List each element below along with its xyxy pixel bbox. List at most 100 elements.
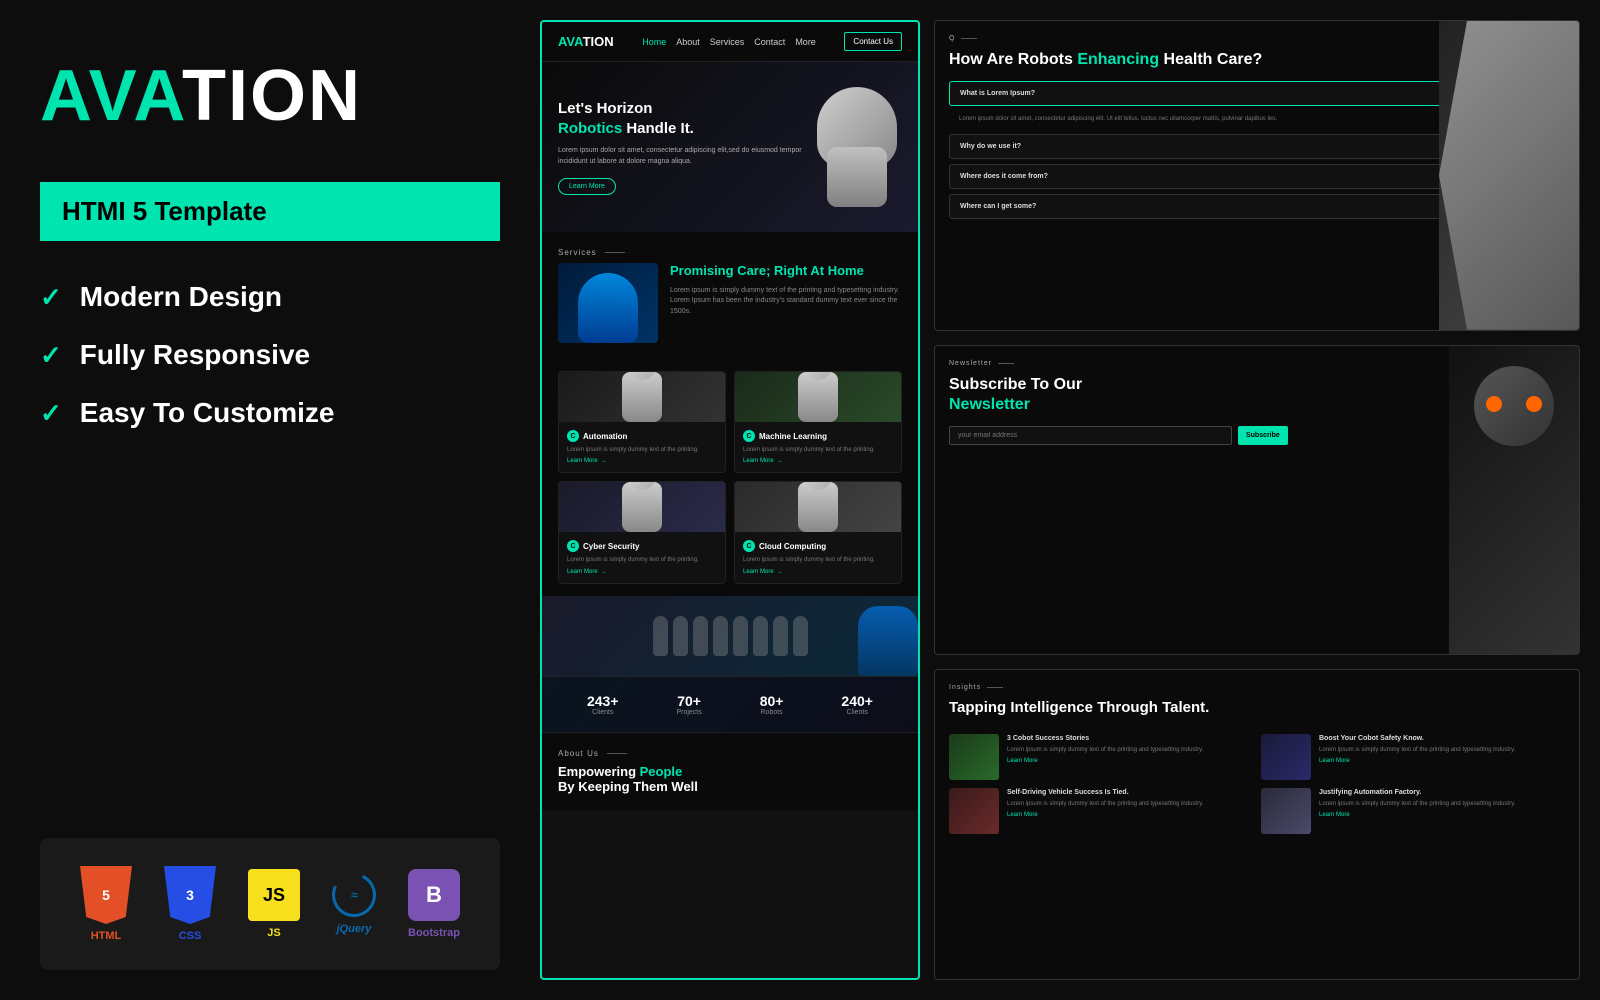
email-input[interactable] [949, 426, 1232, 445]
hero-title-line1: Let's Horizon [558, 100, 652, 117]
service-card-ml: Machine Learning Lorem ipsum is simply d… [734, 371, 902, 473]
insight-title-4: Justifying Automation Factory. [1319, 788, 1515, 797]
stat-clients2-number: 240+ [841, 693, 873, 709]
service-card-automation: Automation Lorem ipsum is simply dummy t… [558, 371, 726, 473]
insight-link-1[interactable]: Learn More [1007, 758, 1203, 764]
about-section-label: About Us [558, 749, 902, 758]
hero-robot-image [802, 82, 902, 212]
template-badge: HTMI 5 Template [40, 182, 500, 241]
jquery-label: jQuery [337, 923, 372, 935]
insight-link-4[interactable]: Learn More [1319, 812, 1515, 818]
person-1 [653, 616, 668, 656]
insight-image-4 [1261, 788, 1311, 834]
html5-icon: 5 [80, 866, 132, 924]
cloud-title: Cloud Computing [743, 540, 893, 552]
hero-learn-more-button[interactable]: Learn More [558, 178, 616, 195]
logo-green: AVA [40, 56, 182, 136]
hero-title-green: Robotics [558, 120, 622, 137]
person-2 [673, 616, 688, 656]
email-input-row: Subscribe [949, 426, 1288, 445]
cloud-card-body: Cloud Computing Lorem ipsum is simply du… [735, 532, 901, 582]
stat-clients2-label: Clients [841, 709, 873, 716]
robot-hand-shape [1439, 21, 1579, 330]
insight-image-3 [949, 788, 999, 834]
nav-link-contact[interactable]: Contact [754, 37, 785, 47]
person-4 [713, 616, 728, 656]
stats-section: 243+ Clients 70+ Projects 80+ Robots 240… [542, 676, 918, 733]
nav-link-services[interactable]: Services [710, 37, 745, 47]
check-icon-3: ✓ [40, 398, 62, 429]
feature-label-3: Easy To Customize [80, 397, 335, 429]
insights-title-end: Through Talent. [1097, 699, 1209, 716]
faq-card: Q How Are Robots Enhancing Health Care? … [934, 20, 1580, 331]
stat-projects-number: 70+ [676, 693, 701, 709]
feature-fully-responsive: ✓ Fully Responsive [40, 339, 500, 371]
automation-link[interactable]: Learn More → [567, 458, 717, 464]
about-title: Empowering People By Keeping Them Well [558, 764, 902, 794]
nav-link-about[interactable]: About [676, 37, 700, 47]
check-icon-1: ✓ [40, 282, 62, 313]
about-section: About Us Empowering People By Keeping Th… [542, 733, 918, 810]
nav-link-home[interactable]: Home [642, 37, 666, 47]
brand-logo: AVATION [40, 60, 500, 132]
insights-card-inner: Insights Tapping Intelligence Through Ta… [935, 670, 1579, 979]
nav-link-more[interactable]: More [795, 37, 816, 47]
cyber-card-body: Cyber Security Lorem ipsum is simply dum… [559, 532, 725, 582]
newsletter-card-inner: Newsletter Subscribe To Our Newsletter S… [935, 346, 1579, 655]
stat-clients-number: 243+ [587, 693, 619, 709]
insights-title-white: Tapping [949, 699, 1006, 716]
ml-card-body: Machine Learning Lorem ipsum is simply d… [735, 422, 901, 472]
bootstrap-badge: B Bootstrap [408, 869, 460, 939]
person-6 [753, 616, 768, 656]
insights-card: Insights Tapping Intelligence Through Ta… [934, 669, 1580, 980]
hero-title-end: Handle It. [626, 120, 694, 137]
automation-title: Automation [567, 430, 717, 442]
main-screenshot: AVATION Home About Services Contact More… [540, 20, 920, 980]
html5-label: HTML [91, 930, 122, 942]
newsletter-robot-image [1449, 346, 1579, 655]
robot-right-eye [1526, 396, 1542, 412]
cloud-link[interactable]: Learn More → [743, 569, 893, 575]
cyber-link[interactable]: Learn More → [567, 569, 717, 575]
insights-title: Tapping Intelligence Through Talent. [949, 699, 1565, 716]
automation-desc: Lorem ipsum is simply dummy text of the … [567, 446, 717, 454]
faq-question-2: Why do we use it? [960, 143, 1021, 150]
faq-title-white: How Are Robots [949, 51, 1073, 68]
automation-robot [622, 372, 662, 422]
contact-us-button[interactable]: Contact Us [844, 32, 902, 51]
cyber-title: Cyber Security [567, 540, 717, 552]
stat-clients: 243+ Clients [587, 693, 619, 716]
services-content: Promising Care; Right At Home Lorem ipsu… [558, 263, 902, 343]
ml-desc: Lorem ipsum is simply dummy text of the … [743, 446, 893, 454]
feature-label-2: Fully Responsive [80, 339, 310, 371]
hero-section: Let's Horizon Robotics Handle It. Lorem … [542, 62, 918, 232]
logo-white: TION [182, 56, 362, 136]
insight-item-1: 3 Cobot Success Stories Lorem ipsum is s… [949, 734, 1253, 780]
person-8 [793, 616, 808, 656]
insight-title-1: 3 Cobot Success Stories [1007, 734, 1203, 743]
subscribe-button[interactable]: Subscribe [1238, 426, 1288, 445]
jquery-swirl-icon: ≈ [326, 867, 382, 923]
insight-desc-3: Lorem ipsum is simply dummy text of the … [1007, 800, 1203, 808]
people-silhouettes [653, 616, 808, 656]
feature-easy-customize: ✓ Easy To Customize [40, 397, 500, 429]
insights-section-label: Insights [949, 684, 1565, 691]
insights-grid: 3 Cobot Success Stories Lorem ipsum is s… [949, 734, 1565, 834]
insight-content-2: Boost Your Cobot Safety Know. Lorem ipsu… [1319, 734, 1515, 763]
cloud-desc: Lorem ipsum is simply dummy text of the … [743, 556, 893, 564]
feature-label-1: Modern Design [80, 281, 282, 313]
automation-card-image [559, 372, 725, 422]
hero-title: Let's Horizon Robotics Handle It. [558, 99, 802, 138]
faq-question-1: What is Lorem Ipsum? [960, 90, 1035, 97]
cyber-card-image [559, 482, 725, 532]
ml-link[interactable]: Learn More → [743, 458, 893, 464]
newsletter-title-white: Subscribe To Our [949, 376, 1082, 393]
insight-link-2[interactable]: Learn More [1319, 758, 1515, 764]
insight-image-1 [949, 734, 999, 780]
insight-title-2: Boost Your Cobot Safety Know. [1319, 734, 1515, 743]
person-5 [733, 616, 748, 656]
insight-link-3[interactable]: Learn More [1007, 812, 1203, 818]
check-icon-2: ✓ [40, 340, 62, 371]
cloud-robot [798, 482, 838, 532]
insight-desc-2: Lorem ipsum is simply dummy text of the … [1319, 746, 1515, 754]
